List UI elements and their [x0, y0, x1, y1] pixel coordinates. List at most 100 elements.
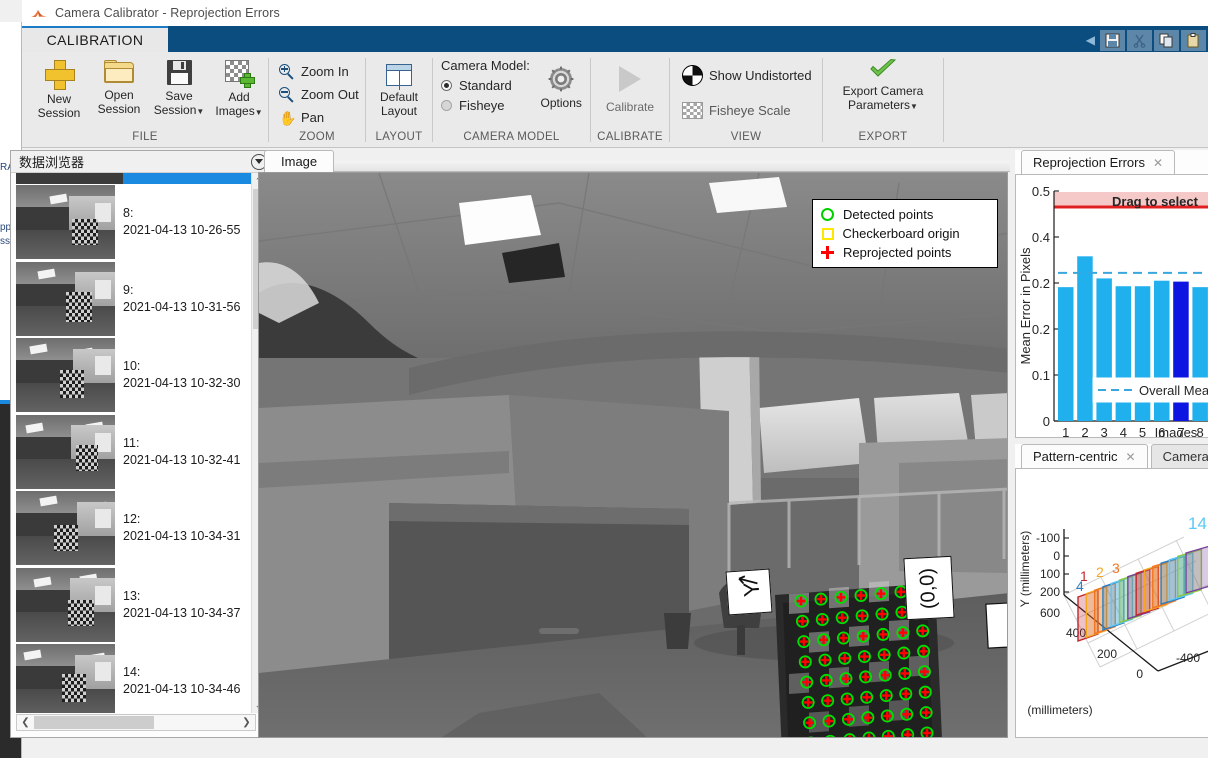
radio-fisheye[interactable]: Fisheye	[441, 98, 532, 113]
ribbon-group-layout: Default Layout LAYOUT	[366, 52, 432, 148]
legend-row: Reprojected points	[821, 243, 989, 262]
svg-text:0.4: 0.4	[1032, 230, 1050, 245]
open-session-button[interactable]: Open Session	[90, 58, 148, 116]
zoom-in-icon	[279, 63, 295, 80]
svg-text:0.5: 0.5	[1032, 184, 1050, 199]
plus-icon	[45, 60, 75, 90]
list-item[interactable]: 8: 2021-04-13 10-26-55	[16, 184, 256, 261]
close-icon[interactable]: ✕	[1153, 156, 1163, 170]
list-item-index: 11:	[123, 435, 140, 450]
svg-text:0.2: 0.2	[1032, 276, 1050, 291]
cut-icon[interactable]	[1127, 29, 1152, 51]
add-images-label-1: Add	[228, 90, 250, 104]
green-check-icon	[868, 58, 898, 80]
calibrate-label: Calibrate	[605, 100, 655, 114]
save-session-button[interactable]: Save Session▼	[150, 58, 208, 119]
thumbnail	[16, 414, 115, 489]
hscrollbar-thumb[interactable]	[34, 716, 154, 729]
extrinsics-board	[1185, 545, 1208, 594]
list-item-name: 2021-04-13 10-31-56	[123, 299, 241, 314]
red-plus-icon	[821, 246, 834, 259]
tab-camera-centric[interactable]: Camera-centric	[1150, 444, 1208, 468]
pan-button[interactable]: ✋ Pan	[275, 106, 324, 129]
y-axis-annotation	[985, 601, 1007, 649]
ribbon: New Session Open Session Save Session▼ A…	[22, 52, 1208, 148]
list-item-name: 2021-04-13 10-32-30	[123, 376, 241, 391]
calibrate-button[interactable]: Calibrate	[594, 64, 666, 114]
list-item-name: 2021-04-13 10-34-31	[123, 529, 241, 544]
ribbon-group-camera-model-title: CAMERA MODEL	[463, 131, 560, 143]
radio-fisheye-label: Fisheye	[459, 98, 505, 113]
scroll-right-icon[interactable]: ❯	[238, 717, 255, 728]
list-item-index: 9:	[123, 282, 134, 297]
default-layout-button[interactable]: Default Layout	[370, 62, 428, 118]
open-session-label-1: Open	[104, 88, 134, 102]
image-panel: Image Y (0,0) Detected points Checkerboa…	[258, 150, 1010, 738]
save-icon[interactable]	[1100, 29, 1125, 51]
list-item[interactable]: 12: 2021-04-13 10-34-31	[16, 490, 256, 567]
x-tick-label: 8	[1197, 425, 1204, 437]
window-title: Camera Calibrator - Reprojection Errors	[55, 6, 280, 20]
scroll-left-icon[interactable]: ❮	[17, 717, 34, 728]
reprojection-chart-body[interactable]: Drag to select 0.5 0.4 0.2 0.2 0.1 0 Mea…	[1015, 174, 1208, 438]
list-item[interactable]: 14: 2021-04-13 10-34-46	[16, 643, 256, 713]
add-images-dropdown-icon[interactable]: ▼	[255, 108, 263, 117]
svg-text:200: 200	[1040, 585, 1060, 599]
ribbon-tab-strip: CALIBRATION ◀	[22, 26, 1208, 52]
bar[interactable]	[1058, 287, 1074, 421]
copy-icon[interactable]	[1154, 29, 1179, 51]
calibration-image-view[interactable]: Y (0,0) X Detecte	[258, 172, 1008, 738]
extrinsics-plot-body[interactable]: -100 0 100 200 600 400 200 0 -400 Y (mil…	[1015, 468, 1208, 738]
new-session-button[interactable]: New Session	[30, 58, 88, 120]
svg-text:600: 600	[1040, 606, 1060, 620]
thumbnail	[16, 185, 115, 260]
camera-calibrator-window: RA pp ss Camera Calibrator - Reprojectio…	[0, 0, 1208, 758]
zoom-out-button[interactable]: Zoom Out	[275, 83, 359, 106]
save-session-dropdown-icon[interactable]: ▼	[196, 107, 204, 116]
tab-reprojection-errors[interactable]: Reprojection Errors ✕	[1021, 150, 1176, 174]
list-item-name: 2021-04-13 10-26-55	[123, 223, 241, 238]
pattern-centric-panel: Pattern-centric ✕ Camera-centric	[1015, 444, 1208, 738]
tab-calibration[interactable]: CALIBRATION	[22, 26, 168, 52]
list-item[interactable]: 11: 2021-04-13 10-32-41	[16, 413, 256, 490]
legend-label: Reprojected points	[843, 245, 952, 260]
image-list[interactable]: 8: 2021-04-13 10-26-55 9: 2021-04-13 10-…	[16, 184, 256, 713]
show-undistorted-button[interactable]: Show Undistorted	[678, 64, 812, 87]
chart-ylabel: Mean Error in Pixels	[1018, 247, 1033, 365]
tab-image[interactable]: Image	[264, 150, 335, 172]
close-icon[interactable]: ✕	[1126, 450, 1136, 464]
list-item-name: 2021-04-13 10-34-46	[123, 682, 241, 697]
radio-fisheye-icon	[441, 100, 452, 111]
fisheye-scale-button[interactable]: Fisheye Scale	[678, 99, 791, 122]
list-item[interactable]: 10: 2021-04-13 10-32-30	[16, 337, 256, 414]
export-camera-parameters-button[interactable]: Export Camera Parameters▼	[828, 56, 938, 114]
legend-label: Checkerboard origin	[842, 226, 960, 241]
data-browser-title: 数据浏览器	[19, 155, 85, 170]
add-images-label-2: Images	[215, 104, 255, 118]
save-session-label-1: Save	[165, 89, 193, 103]
options-button[interactable]: Options	[532, 58, 590, 110]
list-item[interactable]: 9: 2021-04-13 10-31-56	[16, 260, 256, 337]
title-bar: Camera Calibrator - Reprojection Errors	[22, 0, 1208, 26]
export-dropdown-icon[interactable]: ▼	[910, 102, 918, 111]
save-session-label-2: Session	[153, 103, 197, 117]
list-item-index: 8:	[123, 206, 134, 221]
list-item[interactable]: 13: 2021-04-13 10-34-37	[16, 566, 256, 643]
radio-standard-icon	[441, 80, 452, 91]
zoom-out-icon	[279, 86, 295, 103]
fisheye-scale-label: Fisheye Scale	[709, 103, 791, 118]
bar[interactable]	[1077, 256, 1093, 421]
extrinsics-ylabel: Y (millimeters)	[1018, 531, 1032, 607]
selection-band	[16, 173, 256, 184]
qat-overflow-icon[interactable]: ◀	[1083, 33, 1098, 47]
tab-pattern-centric[interactable]: Pattern-centric ✕	[1021, 444, 1148, 468]
x-tick-label: 2	[1081, 425, 1088, 437]
yellow-square-icon	[821, 227, 834, 240]
content-area: 数据浏览器 8: 2021-04-13 10-26-55 9: 2021-04-…	[10, 148, 1208, 758]
add-images-button[interactable]: Add Images▼	[210, 58, 268, 120]
paste-icon[interactable]	[1181, 29, 1206, 51]
image-list-horizontal-scrollbar[interactable]: ❮ ❯	[16, 714, 256, 731]
radio-standard[interactable]: Standard	[441, 78, 532, 93]
zoom-in-label: Zoom In	[301, 64, 349, 79]
zoom-in-button[interactable]: Zoom In	[275, 60, 349, 83]
